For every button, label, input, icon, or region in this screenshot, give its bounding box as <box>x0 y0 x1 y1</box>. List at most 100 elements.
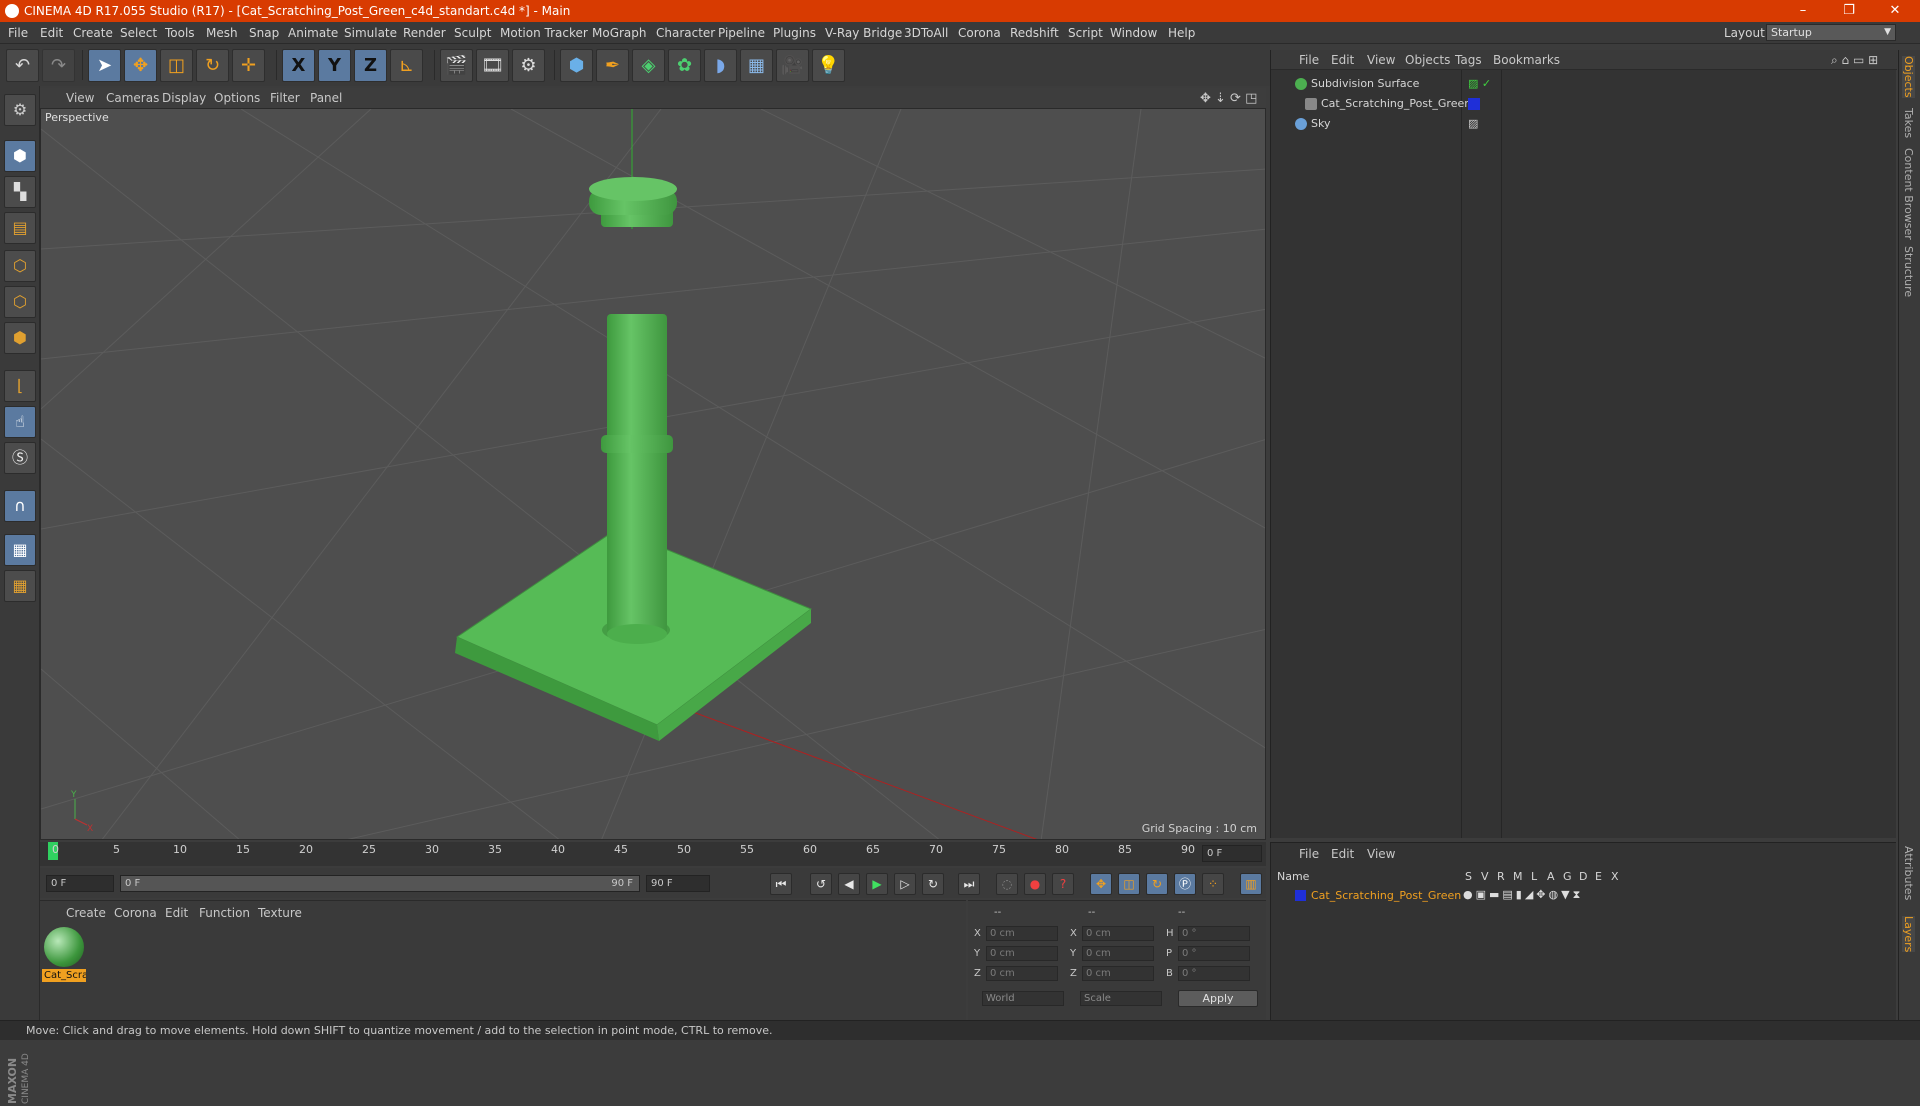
x-axis-lock-button[interactable]: X <box>282 49 315 82</box>
menu-window[interactable]: Window <box>1110 26 1157 40</box>
menu-snap[interactable]: Snap <box>249 26 279 40</box>
snap-button[interactable]: ∩ <box>4 490 36 522</box>
menu-animate[interactable]: Animate <box>288 26 338 40</box>
menu-corona[interactable]: Corona <box>958 26 1001 40</box>
edges-mode-button[interactable]: ⬡ <box>4 286 36 318</box>
material-menu-create[interactable]: Create <box>66 906 106 920</box>
viewport-menu-options[interactable]: Options <box>214 91 260 105</box>
coord-pos-z-field[interactable]: 0 cm <box>986 966 1058 981</box>
autokey-button[interactable]: ? <box>1052 873 1074 895</box>
next-frame-button[interactable]: ▷ <box>894 873 916 895</box>
timeline-window-button[interactable]: ▥ <box>1240 873 1262 895</box>
perspective-viewport[interactable]: Y X Perspective Grid Spacing : 10 cm <box>40 108 1266 840</box>
layer-menu-file[interactable]: File <box>1299 847 1319 861</box>
close-button[interactable]: ✕ <box>1872 0 1918 22</box>
subdivision-surface-button[interactable]: ◈ <box>632 49 665 82</box>
workplane-lock-button[interactable]: ▦ <box>4 534 36 566</box>
tab-takes[interactable]: Takes <box>1902 108 1915 138</box>
y-axis-lock-button[interactable]: Y <box>318 49 351 82</box>
previous-frame-button[interactable]: ◀ <box>838 873 860 895</box>
end-frame-field[interactable]: 90 F <box>646 875 710 892</box>
key-scale-button[interactable]: ◫ <box>1118 873 1140 895</box>
axis-mode-button[interactable]: ⌊ <box>4 370 36 402</box>
menu-character[interactable]: Character <box>656 26 715 40</box>
coord-pos-x-field[interactable]: 0 cm <box>986 926 1058 941</box>
material-menu-texture[interactable]: Texture <box>258 906 302 920</box>
objects-menu-tags[interactable]: Tags <box>1455 53 1482 67</box>
material-swatch[interactable]: Cat_Scra <box>42 925 86 983</box>
coord-size-z-field[interactable]: 0 cm <box>1082 966 1154 981</box>
menu-tools[interactable]: Tools <box>165 26 195 40</box>
coord-rot-h-field[interactable]: 0 ° <box>1178 926 1250 941</box>
record-keyframe-button[interactable]: ● <box>1024 873 1046 895</box>
objects-menu-edit[interactable]: Edit <box>1331 53 1354 67</box>
coord-rot-p-field[interactable]: 0 ° <box>1178 946 1250 961</box>
menu-render[interactable]: Render <box>403 26 446 40</box>
objects-menu-view[interactable]: View <box>1367 53 1395 67</box>
key-position-button[interactable]: ✥ <box>1090 873 1112 895</box>
menu-script[interactable]: Script <box>1068 26 1103 40</box>
menu-pipeline[interactable]: Pipeline <box>718 26 765 40</box>
material-menu-function[interactable]: Function <box>199 906 250 920</box>
planar-workplane-button[interactable]: ▦ <box>4 570 36 602</box>
object-row[interactable]: Subdivision Surface ▨ ✓ <box>1271 74 1897 94</box>
play-button[interactable]: ▶ <box>866 873 888 895</box>
recent-tools-button[interactable]: ✛ <box>232 49 265 82</box>
go-to-end-button[interactable]: ⏭ <box>958 873 980 895</box>
z-axis-lock-button[interactable]: Z <box>354 49 387 82</box>
render-settings-button[interactable]: ⚙ <box>512 49 545 82</box>
live-selection-button[interactable]: ➤ <box>88 49 121 82</box>
viewport-menu-filter[interactable]: Filter <box>270 91 300 105</box>
cube-object-button[interactable]: ⬢ <box>560 49 593 82</box>
light-object-button[interactable]: 💡 <box>812 49 845 82</box>
material-menu-corona[interactable]: Corona <box>114 906 157 920</box>
rotate-tool-button[interactable]: ↻ <box>196 49 229 82</box>
layer-color-swatch[interactable] <box>1295 890 1306 901</box>
timeline-ruler[interactable]: 0 5 10 15 20 25 30 35 40 45 50 55 60 65 … <box>40 842 1266 866</box>
viewport-menu-view[interactable]: View <box>66 91 94 105</box>
menu-plugins[interactable]: Plugins <box>773 26 816 40</box>
coordinate-system-button[interactable]: ⊾ <box>390 49 423 82</box>
frame-range-slider[interactable]: 0 F 90 F <box>120 875 640 892</box>
menu-redshift[interactable]: Redshift <box>1010 26 1059 40</box>
layer-color-swatch[interactable] <box>1468 98 1480 110</box>
camera-object-button[interactable]: 🎥 <box>776 49 809 82</box>
viewport-menu-cameras[interactable]: Cameras <box>106 91 159 105</box>
viewport-menu-panel[interactable]: Panel <box>310 91 342 105</box>
key-rotation-button[interactable]: ↻ <box>1146 873 1168 895</box>
menu-vray-bridge[interactable]: V-Ray Bridge <box>825 26 902 40</box>
redo-button[interactable]: ↷ <box>42 49 75 82</box>
object-manager-search-icons[interactable]: ⌕ ⌂ ▭ ⊞ <box>1831 53 1878 68</box>
previous-key-button[interactable]: ↺ <box>810 873 832 895</box>
menu-mesh[interactable]: Mesh <box>206 26 238 40</box>
layout-select[interactable]: Startup ▼ <box>1766 24 1896 41</box>
material-menu-edit[interactable]: Edit <box>165 906 188 920</box>
objects-menu-file[interactable]: File <box>1299 53 1319 67</box>
key-point-level-button[interactable]: ⁘ <box>1202 873 1224 895</box>
record-keyframe-off-button[interactable]: ◌ <box>996 873 1018 895</box>
layer-menu-view[interactable]: View <box>1367 847 1395 861</box>
menu-help[interactable]: Help <box>1168 26 1195 40</box>
object-row[interactable]: Sky ▨ <box>1271 114 1897 134</box>
menu-select[interactable]: Select <box>120 26 157 40</box>
menu-create[interactable]: Create <box>73 26 113 40</box>
layer-toggle-icons[interactable]: ●▣▬▤▮◢✥◍▼⧗ <box>1463 888 1583 902</box>
render-view-button[interactable]: 🎬 <box>440 49 473 82</box>
pen-spline-button[interactable]: ✒ <box>596 49 629 82</box>
menu-sculpt[interactable]: Sculpt <box>454 26 491 40</box>
minimize-button[interactable]: – <box>1780 0 1826 22</box>
next-key-button[interactable]: ↻ <box>922 873 944 895</box>
menu-simulate[interactable]: Simulate <box>344 26 397 40</box>
start-frame-field[interactable]: 0 F <box>46 875 114 892</box>
enabled-check-icon[interactable]: ▨ ✓ <box>1468 77 1491 90</box>
cloner-button[interactable]: ✿ <box>668 49 701 82</box>
tab-layers[interactable]: Layers <box>1902 916 1915 953</box>
menu-file[interactable]: File <box>8 26 28 40</box>
move-tool-button[interactable]: ✥ <box>124 49 157 82</box>
visibility-icon[interactable]: ▨ <box>1468 117 1478 130</box>
polygons-mode-button[interactable]: ⬢ <box>4 322 36 354</box>
model-mode-button[interactable]: ⬢ <box>4 140 36 172</box>
viewport-navigation-icons[interactable]: ✥ ⇣ ⟳ ◳ <box>1200 91 1257 106</box>
tab-attributes[interactable]: Attributes <box>1902 846 1915 900</box>
coord-size-x-field[interactable]: 0 cm <box>1082 926 1154 941</box>
